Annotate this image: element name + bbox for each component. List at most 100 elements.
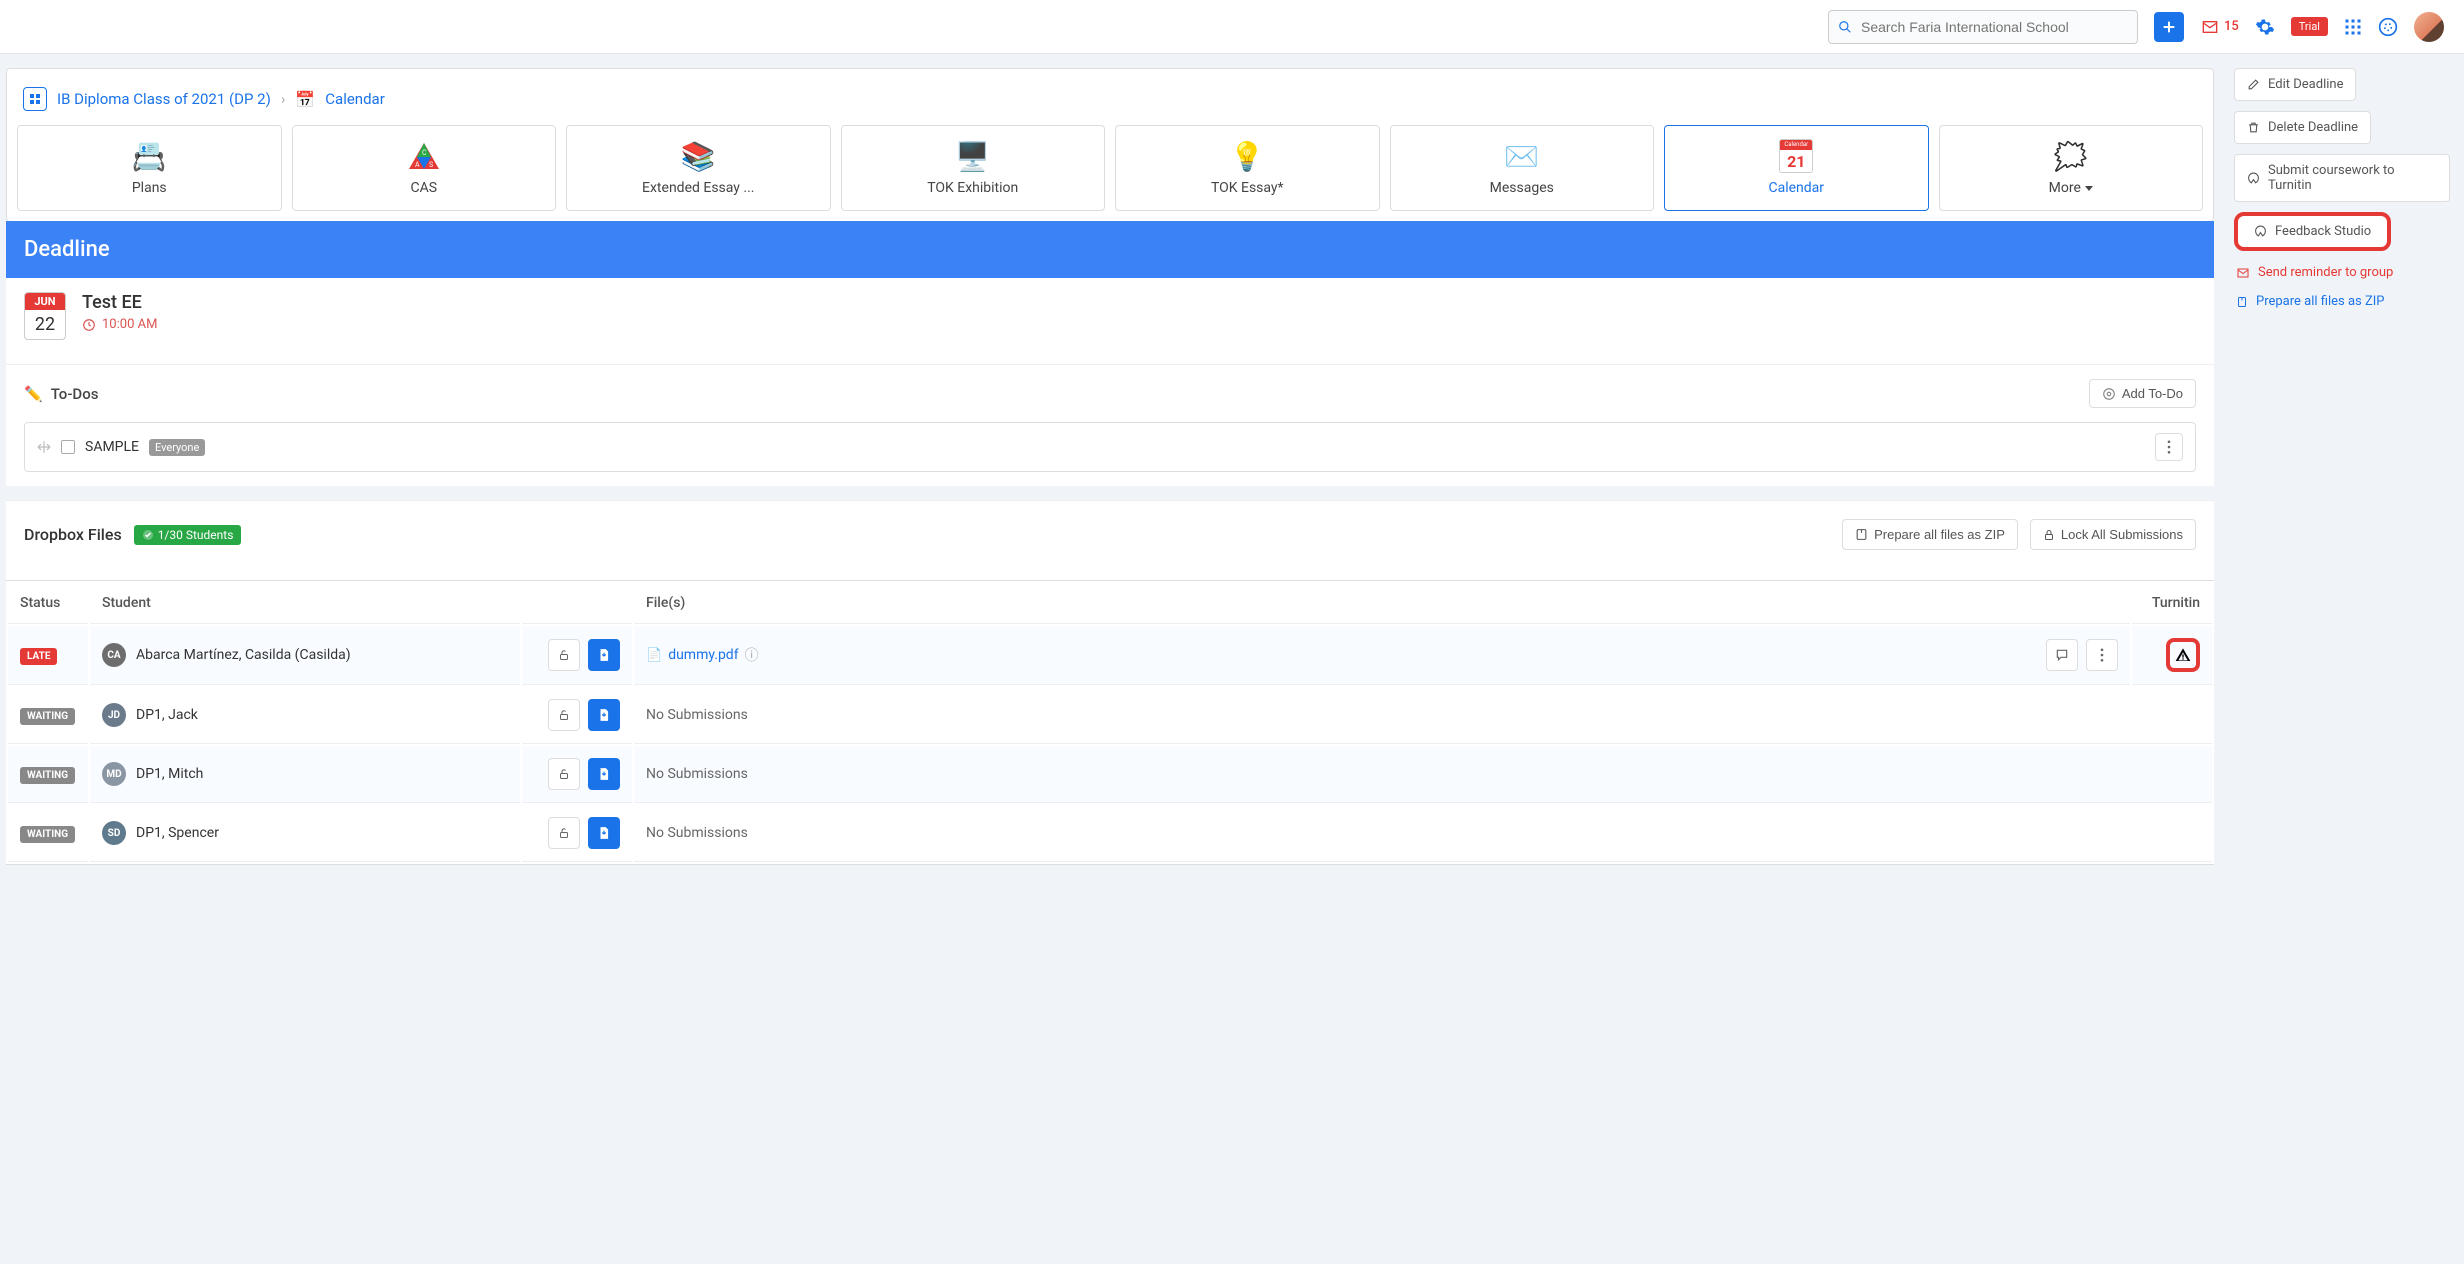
user-avatar[interactable] [2414, 12, 2444, 42]
zip-icon [1855, 528, 1868, 541]
tab-tok-exhibition[interactable]: 🖥️ TOK Exhibition [841, 125, 1106, 211]
dropbox-table: Status Student File(s) Turnitin LATE CA A… [6, 580, 2214, 865]
tab-row: 📇 Plans A SC CA S 📚 Extended Essay ... 🖥️ … [17, 125, 2203, 211]
prepare-zip-link[interactable]: Prepare all files as ZIP [2234, 290, 2450, 313]
download-button[interactable] [588, 699, 620, 731]
date-month: JUN [25, 293, 65, 310]
search-box [1828, 10, 2138, 44]
row-more-button[interactable] [2086, 639, 2118, 671]
status-waiting-badge: WAITING [20, 708, 75, 725]
students-badge: 1/30 Students [134, 525, 242, 545]
calendar-icon: Calendar21 [1779, 140, 1813, 172]
info-icon[interactable]: ⓘ [745, 645, 759, 665]
deadline-time: 10:00 AM [82, 317, 157, 332]
file-link[interactable]: 📄dummy.pdfⓘ [646, 645, 759, 665]
pencil-icon: ✏️ [24, 385, 43, 403]
todo-checkbox[interactable] [61, 440, 75, 454]
delete-deadline-button[interactable]: Delete Deadline [2234, 111, 2371, 144]
target-icon [2102, 387, 2116, 401]
table-row: WAITING JDDP1, Jack No Submissions [8, 687, 2212, 744]
student-name[interactable]: DP1, Mitch [136, 766, 203, 782]
download-button[interactable] [588, 758, 620, 790]
tab-more[interactable]: 🗯️ More [1939, 125, 2204, 211]
svg-text:A: A [415, 161, 420, 169]
settings-icon[interactable] [2255, 17, 2275, 37]
tab-plans[interactable]: 📇 Plans [17, 125, 282, 211]
comment-button[interactable] [2046, 639, 2078, 671]
dashboard-icon[interactable] [23, 87, 47, 111]
help-icon[interactable] [2378, 17, 2398, 37]
calendar-small-icon: 📅 [295, 90, 315, 109]
trial-badge[interactable]: Trial [2291, 17, 2328, 36]
submit-turnitin-button[interactable]: Submit coursework to Turnitin [2234, 154, 2450, 202]
more-icon: 🗯️ [2053, 140, 2088, 172]
search-input[interactable] [1828, 10, 2138, 44]
tok-exhibition-icon: 🖥️ [955, 140, 990, 172]
todo-label[interactable]: SAMPLE [85, 439, 139, 455]
plans-icon: 📇 [132, 140, 167, 172]
send-icon [2236, 267, 2250, 279]
nav-card: IB Diploma Class of 2021 (DP 2) › 📅 Cale… [6, 68, 2214, 221]
todo-more-button[interactable] [2155, 433, 2183, 461]
student-avatar: JD [102, 703, 126, 727]
clock-icon [82, 318, 96, 332]
add-button[interactable] [2154, 12, 2184, 42]
student-avatar: CA [102, 643, 126, 667]
side-panel: Edit Deadline Delete Deadline Submit cou… [2234, 68, 2450, 865]
tab-cas[interactable]: A SC CA S [292, 125, 557, 211]
deadline-header: Deadline [6, 221, 2214, 278]
feedback-studio-button[interactable]: Feedback Studio [2234, 212, 2391, 251]
col-status: Status [8, 583, 88, 624]
unlock-button[interactable] [548, 699, 580, 731]
cas-icon: A SC [409, 140, 439, 172]
status-waiting-badge: WAITING [20, 767, 75, 784]
col-student: Student [90, 583, 520, 624]
turnitin-warning-button[interactable] [2166, 638, 2200, 672]
tab-messages[interactable]: ✉️ Messages [1390, 125, 1655, 211]
student-name[interactable]: DP1, Jack [136, 707, 198, 723]
apps-icon[interactable] [2344, 18, 2362, 36]
tab-extended-essay[interactable]: 📚 Extended Essay ... [566, 125, 831, 211]
unlock-button[interactable] [548, 639, 580, 671]
dropbox-section: Dropbox Files 1/30 Students Prepare all … [6, 500, 2214, 865]
chevron-down-icon [2085, 186, 2093, 191]
tab-calendar[interactable]: Calendar21 Calendar [1664, 125, 1929, 211]
tab-tok-essay[interactable]: 💡 TOK Essay* [1115, 125, 1380, 211]
everyone-badge: Everyone [149, 439, 205, 456]
status-waiting-badge: WAITING [20, 826, 75, 843]
breadcrumb-class-link[interactable]: IB Diploma Class of 2021 (DP 2) [57, 90, 271, 108]
date-chip: JUN 22 [24, 292, 66, 340]
pdf-icon: 📄 [646, 648, 662, 663]
student-name[interactable]: DP1, Spencer [136, 825, 219, 841]
tok-essay-icon: 💡 [1230, 140, 1265, 172]
prepare-zip-button[interactable]: Prepare all files as ZIP [1842, 519, 2018, 550]
dropbox-heading: Dropbox Files [24, 525, 122, 544]
download-button[interactable] [588, 639, 620, 671]
top-bar: 15 Trial [0, 0, 2464, 54]
edit-deadline-button[interactable]: Edit Deadline [2234, 68, 2356, 101]
feedback-icon [2254, 225, 2267, 238]
deadline-info: JUN 22 Test EE 10:00 AM [6, 278, 2214, 364]
svg-text:C: C [422, 149, 427, 157]
col-turnitin: Turnitin [2132, 583, 2212, 624]
drag-handle-icon[interactable] [37, 440, 51, 454]
mail-icon [2200, 19, 2220, 35]
todo-item: SAMPLE Everyone [24, 422, 2196, 472]
svg-text:S: S [429, 161, 433, 169]
breadcrumb: IB Diploma Class of 2021 (DP 2) › 📅 Cale… [17, 79, 2203, 125]
status-late-badge: LATE [20, 648, 57, 665]
unlock-button[interactable] [548, 817, 580, 849]
student-name[interactable]: Abarca Martínez, Casilda (Casilda) [136, 647, 351, 663]
download-button[interactable] [588, 817, 620, 849]
add-todo-button[interactable]: Add To-Do [2089, 379, 2196, 408]
breadcrumb-separator: › [281, 90, 286, 108]
send-reminder-link[interactable]: Send reminder to group [2234, 261, 2450, 284]
todos-section: ✏️To-Dos Add To-Do SAMPLE Everyone [6, 364, 2214, 486]
unlock-button[interactable] [548, 758, 580, 790]
mail-button[interactable]: 15 [2200, 19, 2239, 35]
breadcrumb-page[interactable]: Calendar [325, 90, 385, 108]
zip-icon [2236, 295, 2248, 309]
lock-all-button[interactable]: Lock All Submissions [2030, 519, 2196, 550]
ee-icon: 📚 [681, 140, 716, 172]
col-files: File(s) [634, 583, 2130, 624]
